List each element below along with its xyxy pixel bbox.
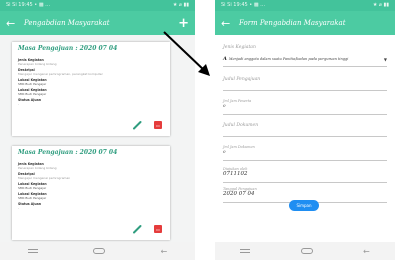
field-value: SMK Budi Pengajar <box>18 186 47 190</box>
status-time: Si Si 19:45 • ▩ … <box>221 2 266 8</box>
a-glyph-icon: A <box>223 56 227 62</box>
card-title: Masa Pengajuan : 2020 07 04 <box>18 149 118 156</box>
status-bar: Si Si 19:45 • ▩ … ★ ⌀ ▮▮ <box>215 0 395 11</box>
delete-trash-icon[interactable]: ▭ <box>154 121 162 129</box>
pengabdian-form: Jenis Kegiatan A Menjadi anggota dalam s… <box>215 45 395 203</box>
field-value: - <box>18 206 20 210</box>
diajukan-oleh-field[interactable]: Diajukan oleh 0711102 <box>223 167 387 183</box>
card-title: Masa Pengajuan : 2020 07 04 <box>18 45 118 52</box>
list-item[interactable]: Masa Pengajuan : 2020 07 04 Jenis Kegiat… <box>12 146 170 240</box>
recent-apps-icon[interactable] <box>240 249 251 253</box>
jenis-kegiatan-label: Jenis Kegiatan <box>223 45 256 50</box>
jml-jam-peserta-value: 0 <box>223 103 226 108</box>
status-bar: Si Si 19:45 • ▩ … ★ ⌀ ▮▮ <box>0 0 195 11</box>
field-value: Mengajar mengenai pemrograman <box>18 176 71 180</box>
list-item[interactable]: Masa Pengajuan : 2020 07 04 Jenis Kegiat… <box>12 42 170 136</box>
diajukan-oleh-value: 0711102 <box>223 171 248 177</box>
back-arrow-icon[interactable]: ← <box>221 17 239 30</box>
system-nav-bar: ← <box>215 242 395 260</box>
home-icon[interactable] <box>93 248 106 254</box>
system-nav-bar: ← <box>0 242 195 260</box>
recent-apps-icon[interactable] <box>27 249 38 253</box>
status-time: Si Si 19:45 • ▩ … <box>6 2 51 8</box>
edit-pencil-icon[interactable] <box>132 120 142 130</box>
home-icon[interactable] <box>300 248 313 254</box>
transition-arrow-icon <box>163 31 210 76</box>
form-screen: Si Si 19:45 • ▩ … ★ ⌀ ▮▮ ← Form Pengabdi… <box>215 0 395 260</box>
jml-jam-peserta-input[interactable]: Jml Jam Peserta 0 <box>223 99 387 115</box>
status-icons: ★ ⌀ ▮▮ <box>372 2 389 8</box>
edit-pencil-icon[interactable] <box>132 224 142 234</box>
page-title: Form Pengabdian Masyarakat <box>239 19 346 27</box>
back-arrow-icon[interactable]: ← <box>6 17 24 30</box>
jenis-kegiatan-value: Menjadi anggota dalam suatu Panitia/bada… <box>228 57 349 61</box>
judul-dokumen-label: Judul Dokumen <box>223 123 259 128</box>
app-bar: ← Form Pengabdian Masyarakat <box>215 11 395 35</box>
field-value: SMK Budi Pengajar <box>18 82 47 86</box>
status-icons: ★ ⌀ ▮▮ <box>172 2 189 8</box>
judul-pengajuan-input[interactable]: Judul Pengajuan <box>223 77 387 91</box>
field-value: - <box>18 102 20 106</box>
nav-back-icon[interactable]: ← <box>161 247 168 256</box>
field-value: Penerapan bidang bidang <box>18 62 57 66</box>
field-value: Penerapan bidang bidang <box>18 166 57 170</box>
tanggal-pengajuan-value: 2020 07 04 <box>223 191 255 197</box>
judul-dokumen-input[interactable]: Judul Dokumen <box>223 123 387 137</box>
delete-trash-icon[interactable]: ▭ <box>154 225 162 233</box>
field-value: SMK Budi Pengajar <box>18 92 47 96</box>
page-title: Pengabdian Masyarakat <box>24 19 110 27</box>
field-value: SMK Budi Pengajar <box>18 196 47 200</box>
add-icon[interactable]: + <box>178 17 189 30</box>
judul-pengajuan-label: Judul Pengajuan <box>223 77 261 82</box>
nav-back-icon[interactable]: ← <box>363 247 370 256</box>
simpan-button[interactable]: Simpan <box>289 200 319 211</box>
jml-jam-dokumen-value: 0 <box>223 149 226 154</box>
jenis-kegiatan-select[interactable]: A Menjadi anggota dalam suatu Panitia/ba… <box>223 56 387 67</box>
jml-jam-dokumen-input[interactable]: Jml Jam Dokumen 0 <box>223 145 387 161</box>
dropdown-arrow-icon: ▼ <box>383 57 387 62</box>
field-value: Mengajar mengenai pemrograman, perangkat… <box>18 72 103 76</box>
